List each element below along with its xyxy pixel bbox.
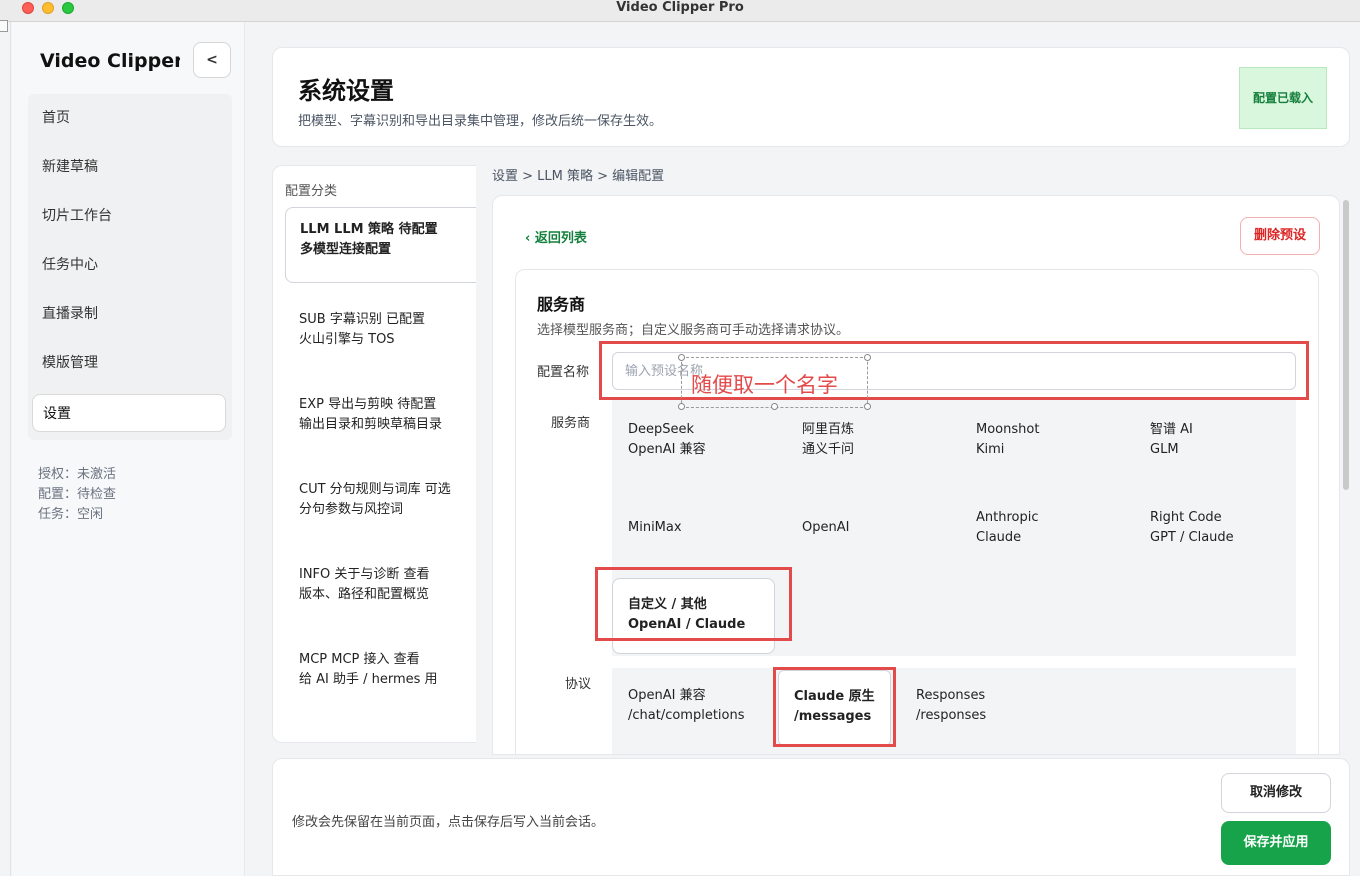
section-subtitle: 选择模型服务商；自定义服务商可手动选择请求协议。	[537, 323, 850, 338]
provider-option-openai[interactable]: OpenAI	[802, 518, 849, 538]
provider-name: Right Code	[1150, 510, 1222, 525]
category-heading: 配置分类	[285, 184, 338, 199]
protocol-options: OpenAI 兼容 /chat/completions Claude 原生 /m…	[612, 668, 1296, 754]
provider-label: 服务商	[551, 416, 591, 431]
provider-desc: GPT / Claude	[1150, 530, 1234, 545]
category-desc: 给 AI 助手 / hermes 用	[299, 672, 438, 687]
window-edge-icon	[0, 20, 8, 32]
provider-name: DeepSeek	[628, 422, 695, 437]
provider-option-right-code[interactable]: Right Code GPT / Claude	[1150, 508, 1234, 548]
license-status: 授权：未激活	[38, 467, 117, 482]
category-llm[interactable]: LLM LLM 策略 待配置 多模型连接配置	[285, 207, 476, 283]
scrollbar-thumb[interactable]	[1343, 200, 1349, 490]
provider-option-minimax[interactable]: MiniMax	[628, 518, 682, 538]
page-header: 系统设置 把模型、字幕识别和导出目录集中管理，修改后统一保存生效。 配置已载入	[272, 47, 1350, 147]
cancel-button[interactable]: 取消修改	[1221, 773, 1331, 813]
protocol-path: /chat/completions	[628, 708, 745, 723]
category-label: MCP MCP 接入 查看	[299, 652, 420, 667]
annotation-box-protocol	[773, 667, 896, 747]
category-label: SUB 字幕识别 已配置	[299, 312, 425, 327]
sidebar-nav: 首页 新建草稿 切片工作台 任务中心 直播录制 模版管理 设置	[28, 94, 232, 440]
category-desc: 分句参数与风控词	[299, 502, 404, 517]
provider-name: Anthropic	[976, 510, 1039, 525]
delete-preset-button[interactable]: 删除预设	[1240, 217, 1320, 255]
resize-handle-icon	[678, 403, 685, 410]
category-desc: 多模型连接配置	[300, 242, 392, 257]
protocol-path: /responses	[916, 708, 987, 723]
provider-desc: GLM	[1150, 442, 1179, 457]
provider-name: 智谱 AI	[1150, 422, 1193, 437]
footer-bar: 修改会先保留在当前页面，点击保存后写入当前会话。 取消修改 保存并应用	[272, 758, 1350, 876]
protocol-label: 协议	[565, 677, 592, 692]
sidebar-item-live-record[interactable]: 直播录制	[32, 295, 226, 333]
provider-option-moonshot[interactable]: Moonshot Kimi	[976, 420, 1039, 460]
resize-handle-icon	[771, 403, 778, 410]
category-info[interactable]: INFO 关于与诊断 查看 版本、路径和配置概览	[285, 553, 476, 629]
sidebar-item-home[interactable]: 首页	[32, 99, 226, 137]
category-label: EXP 导出与剪映 待配置	[299, 397, 437, 412]
resize-handle-icon	[864, 354, 871, 361]
category-panel: 配置分类 LLM LLM 策略 待配置 多模型连接配置 SUB 字幕识别 已配置…	[272, 165, 476, 743]
provider-option-anthropic[interactable]: Anthropic Claude	[976, 508, 1039, 548]
detail-panel: ‹ 返回列表 删除预设 服务商 选择模型服务商；自定义服务商可手动选择请求协议。…	[492, 195, 1340, 755]
protocol-option-openai[interactable]: OpenAI 兼容 /chat/completions	[628, 686, 745, 726]
category-label: CUT 分句规则与词库 可选	[299, 482, 451, 497]
provider-name: 阿里百炼	[802, 422, 855, 437]
provider-option-zhipu[interactable]: 智谱 AI GLM	[1150, 420, 1193, 460]
section-title: 服务商	[537, 295, 586, 314]
sidebar-item-clip-workbench[interactable]: 切片工作台	[32, 197, 226, 235]
resize-handle-icon	[678, 354, 685, 361]
status-badge: 配置已载入	[1239, 67, 1327, 129]
protocol-option-responses[interactable]: Responses /responses	[916, 686, 986, 726]
page-title: 系统设置	[298, 77, 394, 105]
provider-desc: Claude	[976, 530, 1022, 545]
sidebar-item-settings[interactable]: 设置	[32, 394, 226, 432]
sidebar: Video Clipper P < 首页 新建草稿 切片工作台 任务中心 直播录…	[12, 22, 245, 876]
window-titlebar: Video Clipper Pro	[0, 0, 1360, 22]
protocol-name: Responses	[916, 688, 986, 703]
page-subtitle: 把模型、字幕识别和导出目录集中管理，修改后统一保存生效。	[298, 114, 663, 129]
annotation-box-provider	[595, 567, 792, 641]
provider-desc: Kimi	[976, 442, 1005, 457]
category-desc: 输出目录和剪映草稿目录	[299, 417, 443, 432]
provider-name: MiniMax	[628, 520, 682, 535]
category-exp[interactable]: EXP 导出与剪映 待配置 输出目录和剪映草稿目录	[285, 383, 476, 459]
sidebar-item-templates[interactable]: 模版管理	[32, 344, 226, 382]
provider-desc: OpenAI 兼容	[628, 442, 706, 457]
category-mcp[interactable]: MCP MCP 接入 查看 给 AI 助手 / hermes 用	[285, 638, 476, 714]
collapse-sidebar-button[interactable]: <	[193, 42, 231, 78]
footer-hint: 修改会先保留在当前页面，点击保存后写入当前会话。	[292, 815, 605, 830]
app-brand: Video Clipper P	[40, 50, 180, 72]
breadcrumb: 设置 > LLM 策略 > 编辑配置	[492, 169, 665, 184]
protocol-name: OpenAI 兼容	[628, 688, 706, 703]
config-status: 配置：待检查	[38, 487, 117, 502]
name-label: 配置名称	[537, 365, 590, 380]
provider-option-bailian[interactable]: 阿里百炼 通义千问	[802, 420, 854, 460]
window-title: Video Clipper Pro	[616, 0, 744, 15]
provider-desc: 通义千问	[802, 442, 855, 457]
provider-option-deepseek[interactable]: DeepSeek OpenAI 兼容	[628, 420, 706, 460]
resize-handle-icon	[864, 403, 871, 410]
category-cut[interactable]: CUT 分句规则与词库 可选 分句参数与风控词	[285, 468, 476, 544]
category-sub[interactable]: SUB 字幕识别 已配置 火山引擎与 TOS	[285, 298, 476, 374]
sidebar-item-new-draft[interactable]: 新建草稿	[32, 148, 226, 186]
task-status: 任务：空闲	[38, 507, 104, 522]
save-apply-button[interactable]: 保存并应用	[1221, 821, 1331, 865]
category-desc: 版本、路径和配置概览	[299, 587, 430, 602]
divider	[10, 22, 11, 876]
back-to-list-link[interactable]: ‹ 返回列表	[525, 227, 587, 246]
category-label: LLM LLM 策略 待配置	[300, 222, 438, 237]
provider-name: Moonshot	[976, 422, 1040, 437]
sidebar-item-task-center[interactable]: 任务中心	[32, 246, 226, 284]
provider-name: OpenAI	[802, 520, 850, 535]
category-desc: 火山引擎与 TOS	[299, 332, 395, 347]
annotation-text: 随便取一个名字	[691, 373, 838, 397]
category-label: INFO 关于与诊断 查看	[299, 567, 430, 582]
